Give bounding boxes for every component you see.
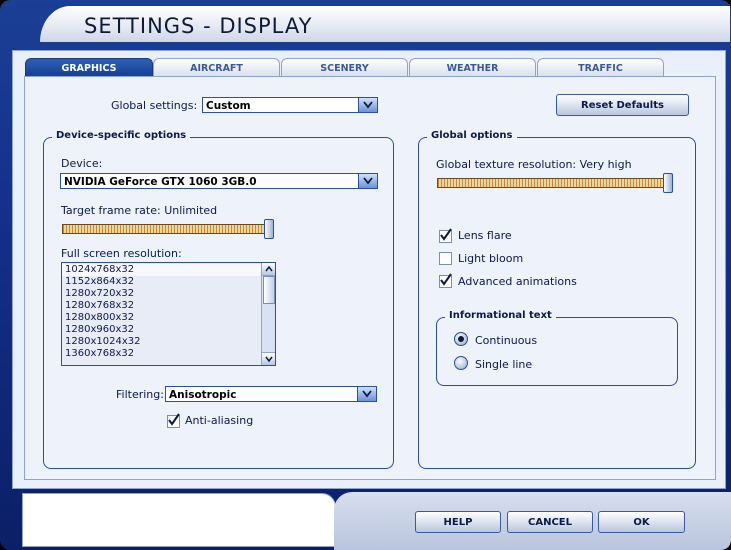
cancel-label: CANCEL	[528, 517, 572, 528]
continuous-label[interactable]: Continuous	[475, 334, 537, 347]
radio-dot-icon	[458, 336, 464, 342]
advanced-animations-checkbox[interactable]	[439, 273, 452, 288]
list-item[interactable]: 1280x960x32	[62, 324, 275, 336]
list-item[interactable]: 1280x768x32	[62, 300, 275, 312]
global-options-title: Global options	[427, 130, 517, 141]
scroll-up-icon[interactable]	[262, 263, 275, 276]
light-bloom-label[interactable]: Light bloom	[458, 252, 523, 265]
cancel-button[interactable]: CANCEL	[507, 511, 593, 533]
list-item[interactable]: 1360x768x32	[62, 348, 275, 360]
antialiasing-label[interactable]: Anti-aliasing	[185, 414, 253, 427]
settings-window: SETTINGS - DISPLAY GRAPHICS AIRCRAFT SCE…	[0, 0, 731, 550]
single-line-radio[interactable]	[454, 356, 468, 370]
scroll-thumb[interactable]	[263, 276, 275, 304]
status-area	[22, 493, 336, 547]
resolution-label: Full screen resolution:	[61, 247, 182, 260]
filtering-dropdown[interactable]: Anisotropic	[165, 386, 377, 402]
chevron-down-icon[interactable]	[358, 98, 377, 112]
continuous-radio[interactable]	[454, 332, 468, 346]
list-item[interactable]: 1280x800x32	[62, 312, 275, 324]
device-options-title: Device-specific options	[52, 130, 191, 141]
help-label: HELP	[443, 517, 473, 528]
texture-slider-track[interactable]	[437, 178, 669, 188]
window-title: SETTINGS - DISPLAY	[84, 14, 313, 38]
texture-resolution-label: Global texture resolution: Very high	[436, 158, 632, 171]
ok-label: OK	[633, 517, 650, 528]
chevron-down-icon[interactable]	[358, 174, 377, 188]
global-settings-dropdown[interactable]: Custom	[202, 97, 378, 113]
texture-slider-thumb[interactable]	[663, 173, 673, 193]
scroll-down-icon[interactable]	[262, 352, 275, 365]
tab-traffic[interactable]: TRAFFIC	[537, 58, 664, 77]
informational-text-title: Informational text	[445, 310, 556, 321]
list-item[interactable]: 1152x864x32	[62, 276, 275, 288]
filtering-value: Anisotropic	[169, 389, 237, 401]
device-label: Device:	[61, 157, 103, 170]
tab-graphics[interactable]: GRAPHICS	[25, 58, 153, 77]
frame-rate-slider-thumb[interactable]	[264, 219, 274, 239]
list-item[interactable]: 1280x1024x32	[62, 336, 275, 348]
resolution-scrollbar[interactable]	[261, 263, 275, 365]
filtering-label: Filtering:	[116, 388, 164, 401]
tab-scenery[interactable]: SCENERY	[281, 58, 408, 77]
frame-rate-label: Target frame rate: Unlimited	[61, 204, 218, 217]
resolution-list[interactable]: 1024x768x32 1152x864x32 1280x720x32 1280x76…	[61, 262, 276, 366]
help-button[interactable]: HELP	[415, 511, 501, 533]
reset-defaults-button[interactable]: Reset Defaults	[556, 94, 689, 116]
informational-text-group: Informational text	[436, 310, 678, 386]
lens-flare-checkbox[interactable]	[439, 228, 452, 243]
single-line-label[interactable]: Single line	[475, 358, 532, 371]
checkmark-icon	[440, 228, 452, 241]
list-item[interactable]: 1280x720x32	[62, 288, 275, 300]
antialiasing-checkbox[interactable]	[167, 413, 180, 428]
ok-button[interactable]: OK	[598, 511, 685, 533]
global-settings-label: Global settings:	[111, 99, 198, 112]
tab-aircraft[interactable]: AIRCRAFT	[153, 58, 280, 77]
chevron-down-icon[interactable]	[357, 387, 376, 401]
advanced-animations-label[interactable]: Advanced animations	[458, 275, 577, 288]
frame-rate-slider-track[interactable]	[62, 224, 270, 234]
reset-defaults-label: Reset Defaults	[581, 100, 664, 111]
device-value: NVIDIA GeForce GTX 1060 3GB.0	[64, 176, 257, 188]
checkmark-icon	[168, 413, 180, 426]
tab-weather[interactable]: WEATHER	[409, 58, 536, 77]
checkmark-icon	[440, 273, 452, 286]
device-dropdown[interactable]: NVIDIA GeForce GTX 1060 3GB.0	[60, 173, 378, 189]
list-item[interactable]: 1024x768x32	[62, 264, 275, 276]
global-settings-value: Custom	[206, 100, 251, 112]
lens-flare-label[interactable]: Lens flare	[458, 229, 512, 242]
light-bloom-checkbox[interactable]	[439, 252, 452, 265]
